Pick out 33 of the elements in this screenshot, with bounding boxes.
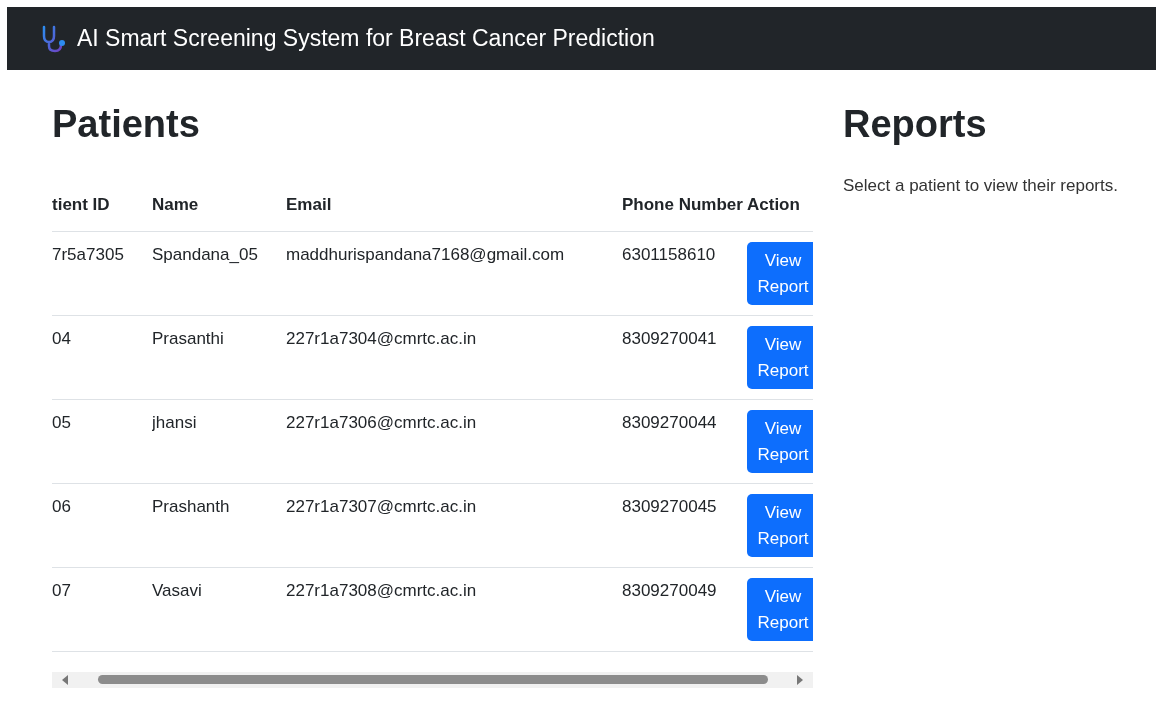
table-cell: 7r5a7305 (52, 231, 152, 316)
table-cell: 227r1a7308@cmrtc.ac.in (286, 567, 622, 652)
table-cell: 227r1a7307@cmrtc.ac.in (286, 483, 622, 568)
table-cell: 227r1a7306@cmrtc.ac.in (286, 399, 622, 484)
section-heading: Patients (52, 102, 201, 147)
column-header: tient ID (52, 177, 152, 232)
right-arrow-icon[interactable] (795, 674, 805, 685)
view-reports-button[interactable]: View Report (747, 409, 813, 473)
horizontal-scrollbar[interactable] (52, 671, 813, 688)
view-reports-button[interactable]: View Report (747, 241, 813, 305)
table-cell: 04 (52, 315, 152, 400)
table-cell: Spandana_05 (152, 231, 286, 316)
table-cell: 227r1a7304@cmrtc.ac.in (286, 315, 622, 400)
column-header: Phone Number (622, 177, 747, 232)
app-title: AI Smart Screening System for Breast Cancer Prediction (77, 25, 655, 52)
section-heading: Reports (843, 102, 988, 147)
table-cell: Vasavi (152, 567, 286, 652)
view-reports-button[interactable]: View Report (747, 577, 813, 641)
table-cell: 06 (52, 483, 152, 568)
column-header: Action (747, 177, 813, 232)
empty-message: Select a patient to view their reports. (843, 175, 1119, 196)
view-reports-button[interactable]: View Report (747, 325, 813, 389)
table-cell: Prasanthi (152, 315, 286, 400)
table-cell: 05 (52, 399, 152, 484)
table-cell: 07 (52, 567, 152, 652)
table-cell: Prashanth (152, 483, 286, 568)
left-arrow-icon[interactable] (60, 674, 70, 685)
table-cell: jhansi (152, 399, 286, 484)
view-reports-button[interactable]: View Report (747, 493, 813, 557)
column-header: Email (286, 177, 622, 232)
scrollbar-thumb[interactable] (97, 675, 768, 685)
table-cell: maddhurispandana7168@gmail.com (286, 231, 622, 316)
column-header: Name (152, 177, 286, 232)
